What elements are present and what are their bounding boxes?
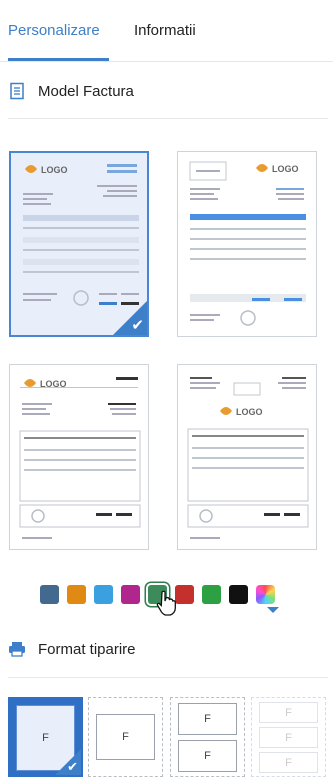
format-page: F [259, 752, 318, 773]
chevron-down-icon [267, 607, 279, 613]
hand-cursor-icon [155, 590, 177, 621]
checkmark-icon: ✔ [131, 317, 144, 334]
divider [8, 118, 328, 119]
invoice-template-3[interactable]: LOGO [9, 364, 149, 550]
tab-informatii[interactable]: Informatii [134, 22, 196, 39]
custom-color-picker[interactable] [256, 585, 275, 604]
format-page: F [178, 740, 237, 772]
color-swatch-orange[interactable] [67, 585, 86, 604]
color-swatch-magenta[interactable] [121, 585, 140, 604]
print-format-full-page[interactable]: F ✔ [8, 697, 83, 777]
format-page: F [178, 703, 237, 735]
document-icon [8, 82, 26, 100]
active-tab-indicator [8, 58, 109, 61]
print-format-half-page[interactable]: F [88, 697, 163, 777]
format-tiparire-title: Format tiparire [38, 640, 136, 658]
format-tiparire-header: Format tiparire [8, 640, 136, 658]
svg-text:LOGO: LOGO [236, 407, 263, 417]
format-page: F [96, 714, 155, 760]
tab-bar: Personalizare Informatii [0, 0, 333, 62]
model-factura-header: Model Factura [8, 82, 134, 100]
format-page: F [259, 702, 318, 723]
checkmark-icon: ✔ [67, 759, 78, 774]
color-swatch-red[interactable] [175, 585, 194, 604]
divider [8, 677, 328, 678]
invoice-template-2[interactable]: LOGO [177, 151, 317, 337]
printer-icon [8, 640, 26, 658]
print-format-three-per-page[interactable]: F F F [251, 697, 326, 777]
color-swatch-black[interactable] [229, 585, 248, 604]
svg-text:LOGO: LOGO [41, 165, 68, 175]
tab-personalizare[interactable]: Personalizare [8, 22, 100, 39]
print-format-two-per-page[interactable]: F F [170, 697, 245, 777]
invoice-template-1[interactable]: LOGO ✔ [9, 151, 149, 337]
color-swatch-steel-blue[interactable] [40, 585, 59, 604]
color-swatch-bright-green[interactable] [202, 585, 221, 604]
format-page: F [259, 727, 318, 748]
invoice-template-4[interactable]: LOGO [177, 364, 317, 550]
model-factura-title: Model Factura [38, 82, 134, 100]
color-swatch-sky-blue[interactable] [94, 585, 113, 604]
svg-text:LOGO: LOGO [272, 164, 299, 174]
